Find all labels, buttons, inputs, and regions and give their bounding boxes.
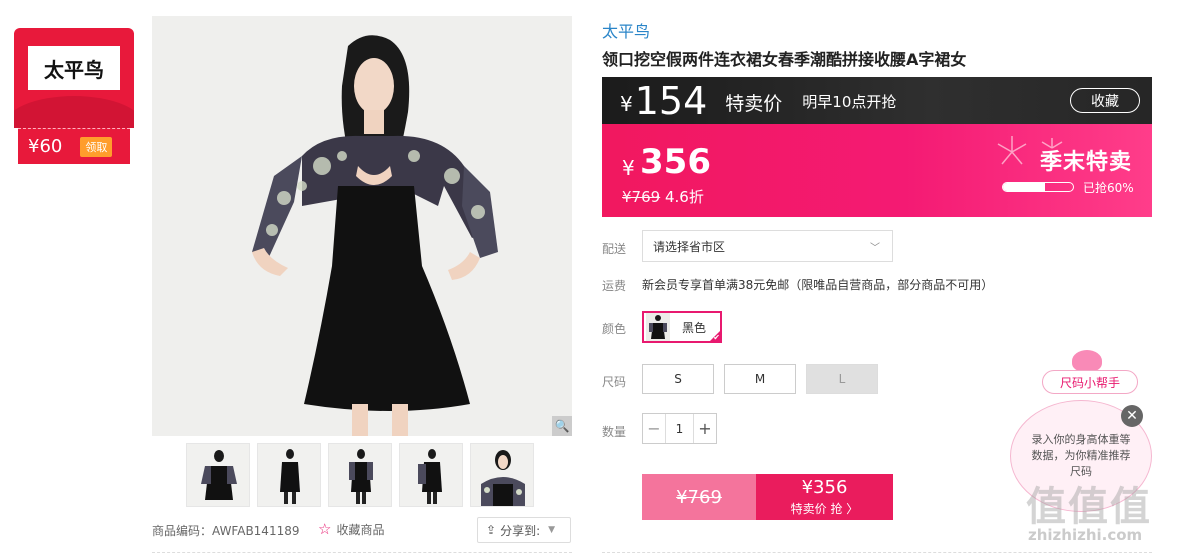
original-price-button[interactable]: ¥769 bbox=[642, 474, 756, 520]
product-main-image[interactable]: 🔍 bbox=[152, 16, 572, 436]
flash-tag: 特卖价 bbox=[725, 93, 783, 115]
mascot-icon bbox=[1072, 350, 1102, 372]
size-helper-button[interactable]: 尺码小帮手 bbox=[1042, 370, 1138, 394]
region-placeholder: 请选择省市区 bbox=[653, 239, 726, 254]
sku-label-text: 商品编码： bbox=[152, 524, 213, 538]
buy-original-price: ¥769 bbox=[676, 486, 722, 508]
size-option-s[interactable]: S bbox=[642, 364, 714, 394]
flash-sale-bar: ¥ 154 特卖价 明早10点开抢 收藏 bbox=[602, 77, 1152, 124]
quantity-stepper: − 1 + bbox=[642, 413, 717, 444]
favorite-button[interactable]: 收藏 bbox=[1070, 88, 1140, 113]
original-price-line: ¥769 4.6折 bbox=[622, 186, 704, 207]
share-icon: ⇪ bbox=[486, 523, 497, 537]
favorite-link[interactable]: ☆ 收藏商品 bbox=[318, 520, 384, 538]
star-icon: ☆ bbox=[318, 520, 332, 538]
divider bbox=[152, 552, 572, 553]
sold-progress-fill bbox=[1003, 183, 1045, 191]
thumbnail[interactable] bbox=[186, 443, 250, 507]
buy-now-button[interactable]: ¥356 特卖价 抢 〉 bbox=[756, 474, 893, 520]
sold-text: 已抢60% bbox=[1083, 181, 1134, 195]
brand-link[interactable]: 太平鸟 bbox=[602, 18, 650, 42]
quantity-minus-button[interactable]: − bbox=[643, 419, 665, 438]
original-price: ¥769 bbox=[622, 188, 661, 206]
product-title: 领口挖空假两件连衣裙女春季潮酷拼接收腰A字裙女 bbox=[602, 50, 967, 69]
thumbnail[interactable] bbox=[399, 443, 463, 507]
watermark-text: 值值值 bbox=[1026, 484, 1152, 530]
flash-time: 明早10点开抢 bbox=[802, 93, 897, 111]
divider bbox=[602, 552, 1152, 553]
quantity-input[interactable]: 1 bbox=[665, 414, 694, 443]
price-bar: ¥ 356 ¥769 4.6折 季末特卖 已抢60% bbox=[602, 124, 1152, 217]
size-option-l: L bbox=[806, 364, 878, 394]
flash-yen: ¥ bbox=[620, 91, 633, 116]
size-option-m[interactable]: M bbox=[724, 364, 796, 394]
chevron-down-icon: ﹀ bbox=[870, 243, 880, 254]
quantity-label: 数量 bbox=[602, 425, 627, 439]
watermark-url: zhizhizhi.com bbox=[1028, 526, 1143, 544]
thumbnail-strip bbox=[186, 443, 534, 507]
favorite-label: 收藏商品 bbox=[336, 522, 385, 537]
thumbnail[interactable] bbox=[470, 443, 534, 507]
coupon-badge[interactable]: 太平鸟 ¥60 领取 bbox=[14, 28, 134, 164]
sku-label: 商品编码：AWFAB141189 bbox=[152, 522, 299, 539]
shipping-label: 运费 bbox=[602, 279, 627, 293]
check-icon: ✔ bbox=[713, 333, 720, 342]
color-option-black[interactable]: 黑色 ✔ bbox=[642, 311, 722, 343]
chevron-down-icon: ▼ bbox=[548, 525, 556, 535]
current-price: 356 bbox=[640, 142, 711, 182]
zoom-icon[interactable]: 🔍 bbox=[552, 416, 572, 436]
discount: 4.6折 bbox=[664, 188, 704, 206]
flash-price: 154 bbox=[634, 78, 708, 123]
quantity-plus-button[interactable]: + bbox=[694, 419, 716, 438]
sold-progress bbox=[1002, 182, 1074, 192]
price-yen: ¥ bbox=[622, 156, 635, 180]
sku-value: AWFAB141189 bbox=[212, 524, 300, 538]
color-name: 黑色 bbox=[682, 320, 707, 335]
coupon-amount: ¥60 bbox=[28, 136, 63, 157]
region-select[interactable]: 请选择省市区 ﹀ bbox=[642, 230, 893, 262]
buy-button-group: ¥769 ¥356 特卖价 抢 〉 bbox=[642, 474, 893, 520]
color-label: 颜色 bbox=[602, 322, 627, 336]
share-button[interactable]: ⇪ 分享到: ▼ bbox=[477, 517, 571, 543]
size-label: 尺码 bbox=[602, 375, 627, 389]
thumbnail[interactable] bbox=[328, 443, 392, 507]
coupon-brand: 太平鸟 bbox=[28, 46, 120, 90]
buy-price: ¥356 bbox=[801, 476, 848, 498]
coupon-claim-button[interactable]: 领取 bbox=[80, 136, 113, 157]
thumbnail[interactable] bbox=[257, 443, 321, 507]
season-sale-label: 季末特卖 bbox=[1039, 150, 1132, 175]
coupon-bottom: ¥60 领取 bbox=[18, 128, 130, 164]
color-swatch bbox=[646, 313, 670, 341]
model-illustration bbox=[152, 16, 572, 436]
buy-text: 特卖价 抢 〉 bbox=[790, 501, 859, 516]
close-icon[interactable]: ✕ bbox=[1121, 405, 1143, 427]
shipping-text: 新会员专享首单满38元免邮（限唯品自营商品，部分商品不可用） bbox=[642, 278, 994, 292]
share-label: 分享到: bbox=[500, 523, 541, 538]
delivery-label: 配送 bbox=[602, 242, 627, 256]
